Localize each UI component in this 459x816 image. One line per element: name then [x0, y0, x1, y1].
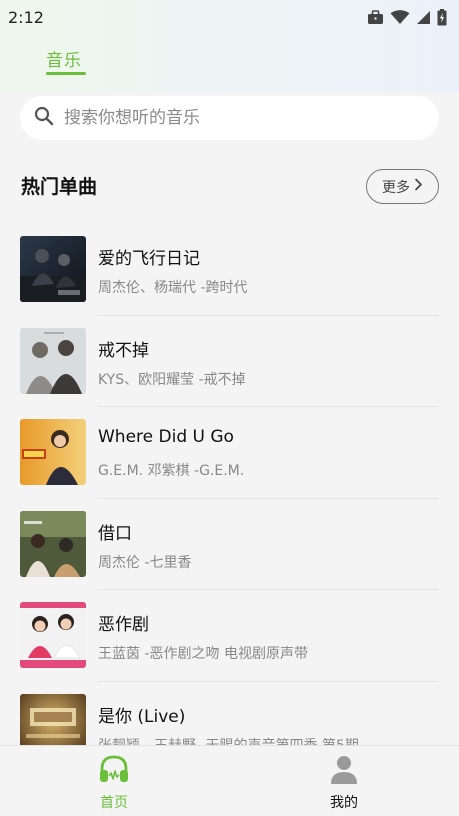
album-cover [20, 327, 86, 394]
song-subtitle: 周杰伦 -七里香 [98, 554, 192, 571]
song-subtitle: KYS、欧阳耀莹 -戒不掉 [98, 371, 246, 388]
song-title: 是你 (Live) [98, 706, 186, 727]
search-input[interactable] [64, 108, 424, 128]
nav-label-mine: 我的 [330, 795, 358, 811]
section-title-hot-singles: 热门单曲 [21, 176, 98, 198]
nav-label-home: 首页 [100, 795, 128, 811]
album-cover [20, 602, 86, 668]
person-icon [329, 746, 359, 788]
tab-active-indicator [46, 72, 86, 75]
nav-item-mine[interactable]: 我的 [284, 746, 404, 816]
album-cover [20, 510, 86, 577]
status-icons [367, 8, 447, 26]
song-title: Where Did U Go [98, 427, 234, 447]
briefcase-icon [367, 9, 384, 25]
song-list-item[interactable]: 恶作剧 王蓝茵 -恶作剧之吻 电视剧原声带 [0, 590, 459, 682]
search-bar[interactable] [20, 96, 439, 140]
song-list-item[interactable]: Where Did U Go G.E.M. 邓紫棋 -G.E.M. [0, 407, 459, 499]
song-title: 戒不掉 [98, 340, 149, 361]
nav-item-home[interactable]: 首页 [54, 746, 174, 816]
chevron-right-icon [414, 178, 423, 195]
song-title: 借口 [98, 523, 132, 544]
song-subtitle: G.E.M. 邓紫棋 -G.E.M. [98, 463, 245, 479]
song-title: 恶作剧 [98, 615, 149, 635]
song-list-item[interactable]: 戒不掉 KYS、欧阳耀莹 -戒不掉 [0, 316, 459, 407]
more-button-label: 更多 [382, 179, 410, 196]
battery-icon [437, 8, 447, 26]
status-time: 2:12 [8, 7, 44, 27]
tab-music-label: 音乐 [46, 51, 82, 71]
song-title: 爱的飞行日记 [98, 249, 200, 269]
search-icon [34, 106, 54, 130]
bottom-nav: 首页 我的 [0, 745, 459, 816]
signal-icon [416, 10, 431, 25]
wifi-icon [390, 9, 410, 25]
album-cover [20, 419, 86, 485]
status-bar: 2:12 [0, 0, 459, 34]
headphones-icon [98, 746, 130, 788]
more-button[interactable]: 更多 [366, 169, 439, 204]
song-list: 爱的飞行日记 周杰伦、杨瑞代 -跨时代 戒不掉 KYS、欧阳耀莹 -戒不掉 Wh… [0, 224, 459, 773]
album-cover [20, 236, 86, 302]
song-list-item[interactable]: 爱的飞行日记 周杰伦、杨瑞代 -跨时代 [0, 224, 459, 316]
song-subtitle: 王蓝茵 -恶作剧之吻 电视剧原声带 [98, 646, 308, 662]
song-subtitle: 周杰伦、杨瑞代 -跨时代 [98, 280, 248, 296]
tab-music[interactable]: 音乐 [46, 46, 86, 75]
song-list-item[interactable]: 借口 周杰伦 -七里香 [0, 499, 459, 590]
